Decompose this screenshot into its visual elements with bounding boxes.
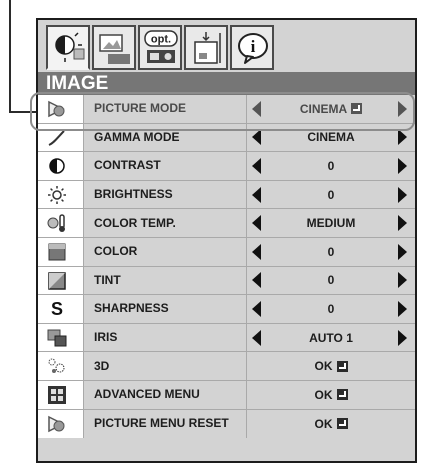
increase-arrow-icon[interactable]: [398, 215, 407, 232]
setup-tab-icon: [194, 32, 221, 64]
menu-row-label: BRIGHTNESS: [94, 187, 173, 202]
menu-row-label: COLOR: [94, 244, 138, 259]
menu-row-gamma-mode[interactable]: GAMMA MODE CINEMA: [38, 123, 415, 153]
menu-row-value: AUTO 1: [309, 330, 353, 345]
menu-row-label: PICTURE MODE: [94, 101, 187, 116]
menu-row-label: IRIS: [94, 330, 118, 345]
menu-row-3d[interactable]: 3D OK: [38, 352, 415, 381]
tab-setup[interactable]: [184, 25, 228, 70]
increase-arrow-icon[interactable]: [398, 243, 407, 260]
enter-icon: [351, 103, 363, 115]
enter-icon: [336, 389, 348, 401]
menu-row-color[interactable]: COLOR 0: [38, 237, 415, 267]
image-menu-panel: opt. i IMAGE PICTURE MODE CINEMA GAMMA M…: [36, 18, 417, 463]
menu-tab-bar: opt. i: [46, 25, 286, 72]
svg-text:S: S: [51, 299, 63, 319]
3d-icon: [48, 358, 65, 374]
sharpness-icon: S: [51, 299, 63, 319]
menu-row-value: 0: [327, 158, 335, 173]
menu-row-value: OK: [247, 410, 415, 439]
info-tab-icon: i: [238, 33, 268, 64]
callout-leader-line: [9, 111, 39, 113]
gamma-mode-icon: [48, 129, 65, 146]
menu-row-value: OK: [247, 381, 415, 409]
menu-row-label: SHARPNESS: [94, 301, 169, 316]
menu-row-value: 0: [327, 273, 335, 288]
contrast-icon: [49, 158, 65, 174]
iris-icon: [47, 329, 67, 347]
option-tab-icon: opt.: [144, 30, 178, 63]
menu-row-label: 3D: [94, 358, 110, 373]
increase-arrow-icon[interactable]: [398, 329, 407, 346]
image-settings-list: PICTURE MODE CINEMA GAMMA MODE CINEMA CO…: [38, 95, 415, 439]
menu-row-color-temp[interactable]: COLOR TEMP. MEDIUM: [38, 209, 415, 238]
menu-row-contrast[interactable]: CONTRAST 0: [38, 152, 415, 181]
menu-row-label: COLOR TEMP.: [94, 215, 176, 230]
menu-row-label: GAMMA MODE: [94, 129, 180, 144]
menu-row-value: CINEMA: [247, 95, 415, 123]
menu-row-value: 0: [327, 244, 335, 259]
enter-icon: [336, 360, 348, 372]
tab-screen[interactable]: [92, 25, 136, 70]
menu-row-advanced-menu[interactable]: ADVANCED MENU OK: [38, 380, 415, 410]
image-tab-icon: [55, 32, 85, 62]
tint-icon: [48, 271, 66, 290]
menu-row-sharpness[interactable]: S SHARPNESS 0: [38, 295, 415, 324]
menu-row-picture-mode[interactable]: PICTURE MODE CINEMA: [38, 95, 415, 124]
menu-row-brightness[interactable]: BRIGHTNESS 0: [38, 180, 415, 210]
menu-row-value: MEDIUM: [306, 216, 356, 231]
menu-row-value: 0: [327, 301, 335, 316]
menu-row-label: CONTRAST: [94, 158, 161, 173]
callout-leader-line: [9, 0, 11, 113]
menu-row-picture-menu-reset[interactable]: PICTURE MENU RESET OK: [38, 409, 415, 439]
menu-row-iris[interactable]: IRIS AUTO 1: [38, 323, 415, 353]
increase-arrow-icon[interactable]: [398, 272, 407, 289]
menu-header-title: IMAGE: [38, 72, 415, 95]
menu-row-value: 0: [327, 187, 335, 202]
screen-tab-icon: [99, 34, 130, 64]
increase-arrow-icon[interactable]: [398, 129, 407, 146]
picture-mode-icon: [48, 100, 65, 118]
picture-menu-reset-icon: [48, 415, 65, 432]
menu-row-tint[interactable]: TINT 0: [38, 266, 415, 296]
menu-row-label: ADVANCED MENU: [94, 387, 200, 402]
svg-text:opt.: opt.: [151, 34, 171, 46]
tab-image[interactable]: [46, 25, 90, 70]
tab-option[interactable]: opt.: [138, 25, 182, 70]
color-icon: [48, 243, 66, 261]
tab-info[interactable]: i: [230, 25, 274, 70]
increase-arrow-icon[interactable]: [398, 186, 407, 203]
svg-text:i: i: [251, 37, 256, 56]
increase-arrow-icon[interactable]: [398, 100, 407, 117]
increase-arrow-icon[interactable]: [398, 300, 407, 317]
menu-row-label: TINT: [94, 272, 121, 287]
menu-row-value: OK: [247, 352, 415, 380]
increase-arrow-icon[interactable]: [398, 157, 407, 174]
menu-row-value: CINEMA: [307, 130, 355, 145]
color-temp-icon: [47, 214, 65, 233]
enter-icon: [336, 418, 348, 430]
advanced-menu-icon: [48, 385, 66, 404]
brightness-icon: [48, 185, 66, 204]
menu-row-label: PICTURE MENU RESET: [94, 416, 229, 431]
